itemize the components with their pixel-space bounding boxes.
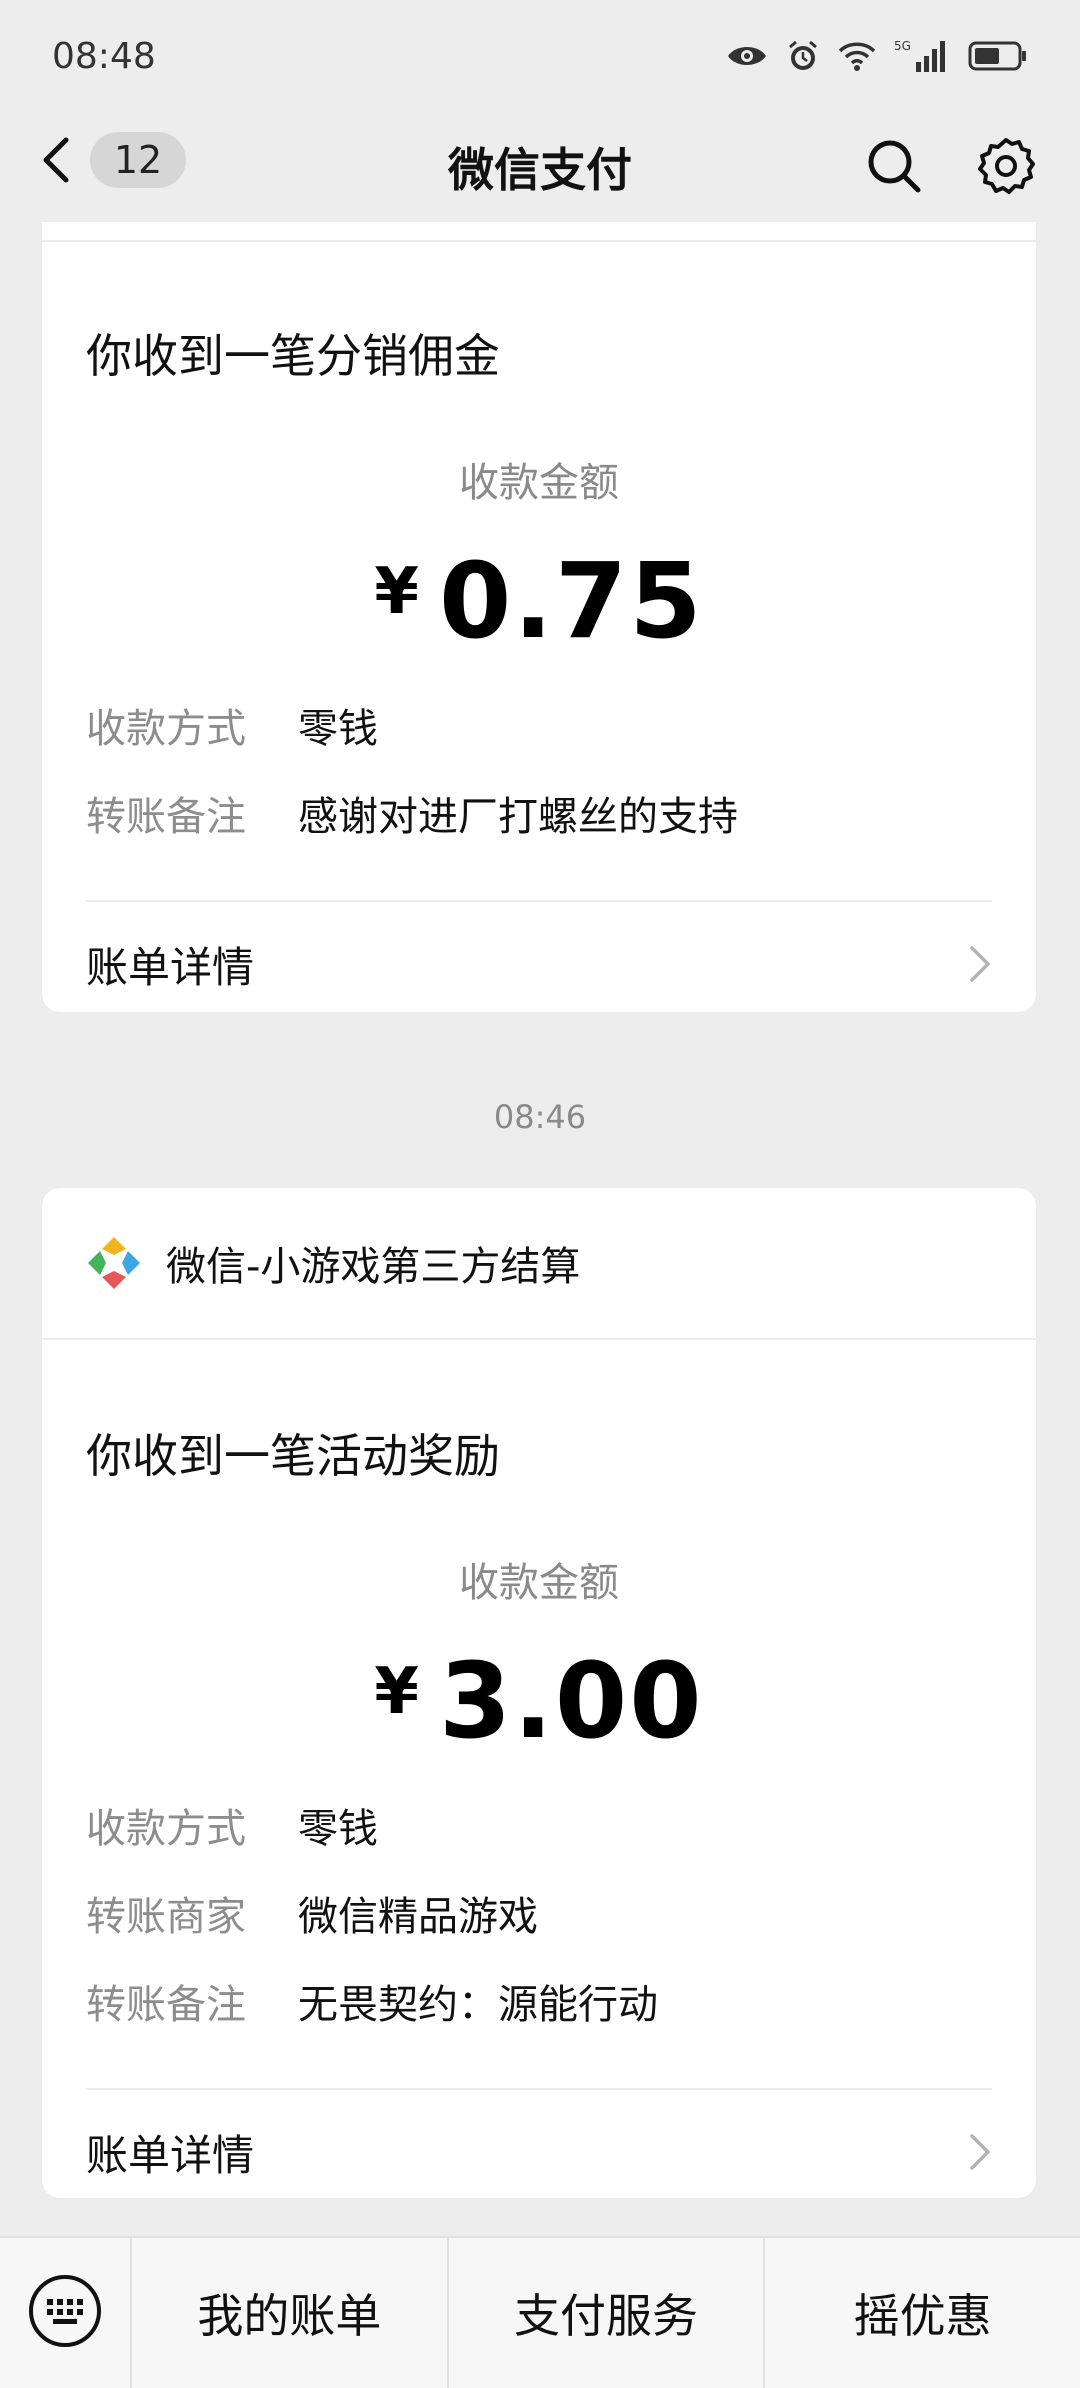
info-value: 无畏契约：源能行动 — [298, 1982, 658, 2028]
info-key: 收款方式 — [86, 706, 246, 752]
amount-label: 收款金额 — [459, 1560, 619, 1606]
info-key: 转账商家 — [86, 1894, 246, 1940]
status-time: 08:48 — [52, 35, 156, 77]
info-value: 零钱 — [298, 1806, 378, 1852]
chevron-left-icon — [40, 130, 70, 190]
chevron-right-icon — [968, 944, 992, 984]
payment-card: 你收到一笔分销佣金 收款金额 ¥0.75 收款方式 零钱 转账备注 感谢对进厂打… — [42, 222, 1036, 1012]
bill-detail-label: 账单详情 — [86, 2130, 255, 2180]
time-separator: 08:46 — [493, 1098, 587, 1136]
unread-count-badge: 12 — [90, 132, 186, 188]
back-button[interactable]: 12 — [40, 130, 186, 190]
mini-game-logo-icon — [86, 1235, 142, 1291]
nav-bar: 12 微信支付 — [0, 112, 1080, 222]
card-header[interactable]: 微信-小游戏第三方结算 — [42, 1188, 1036, 1340]
amount-value: ¥0.75 — [42, 540, 1036, 662]
divider — [86, 900, 992, 902]
keyboard-toggle-button[interactable] — [0, 2238, 130, 2388]
nav-actions — [864, 136, 1036, 196]
amount-label: 收款金额 — [459, 460, 619, 506]
divider — [86, 2088, 992, 2090]
status-bar: 08:48 5G — [0, 0, 1080, 112]
info-value: 感谢对进厂打螺丝的支持 — [298, 794, 738, 840]
info-row: 收款方式 零钱 — [86, 1796, 992, 1854]
battery-icon — [968, 40, 1028, 72]
info-row: 转账备注 无畏契约：源能行动 — [86, 1972, 992, 2030]
card-title: 你收到一笔分销佣金 — [86, 329, 500, 383]
currency-symbol: ¥ — [374, 555, 421, 629]
info-key: 转账备注 — [86, 794, 246, 840]
status-icons: 5G — [726, 38, 1028, 74]
gear-icon[interactable] — [976, 136, 1036, 196]
info-row: 转账商家 微信精品游戏 — [86, 1884, 992, 1942]
info-row: 收款方式 零钱 — [86, 696, 992, 754]
info-key: 转账备注 — [86, 1982, 246, 2028]
eye-icon — [726, 42, 768, 70]
payment-card: 微信-小游戏第三方结算 你收到一笔活动奖励 收款金额 ¥3.00 收款方式 零钱… — [42, 1188, 1036, 2198]
currency-symbol: ¥ — [374, 1655, 421, 1729]
bill-detail-link[interactable]: 账单详情 — [86, 934, 992, 994]
bill-detail-link[interactable]: 账单详情 — [86, 2122, 992, 2182]
keyboard-icon — [27, 2273, 103, 2353]
network-label: 5G — [894, 39, 911, 53]
wifi-icon — [838, 40, 876, 72]
tab-shake-offers[interactable]: 摇优惠 — [763, 2238, 1080, 2388]
bottom-menu-bar: 我的账单 支付服务 摇优惠 — [0, 2236, 1080, 2388]
tab-my-bills[interactable]: 我的账单 — [130, 2238, 447, 2388]
chevron-right-icon — [968, 2132, 992, 2172]
info-row: 转账备注 感谢对进厂打螺丝的支持 — [86, 784, 992, 842]
search-icon[interactable] — [864, 136, 924, 196]
app-name: 微信-小游戏第三方结算 — [166, 1244, 581, 1290]
signal-5g-icon: 5G — [894, 38, 950, 74]
info-value: 零钱 — [298, 706, 378, 752]
alarm-icon — [786, 39, 820, 73]
bill-detail-label: 账单详情 — [86, 942, 255, 992]
info-value: 微信精品游戏 — [298, 1894, 538, 1940]
tab-payment-services[interactable]: 支付服务 — [446, 2238, 764, 2388]
amount-value: ¥3.00 — [42, 1640, 1036, 1762]
card-title: 你收到一笔活动奖励 — [86, 1429, 500, 1483]
amount-number: 3.00 — [438, 1640, 704, 1762]
amount-number: 0.75 — [438, 540, 704, 662]
info-key: 收款方式 — [86, 1806, 246, 1852]
